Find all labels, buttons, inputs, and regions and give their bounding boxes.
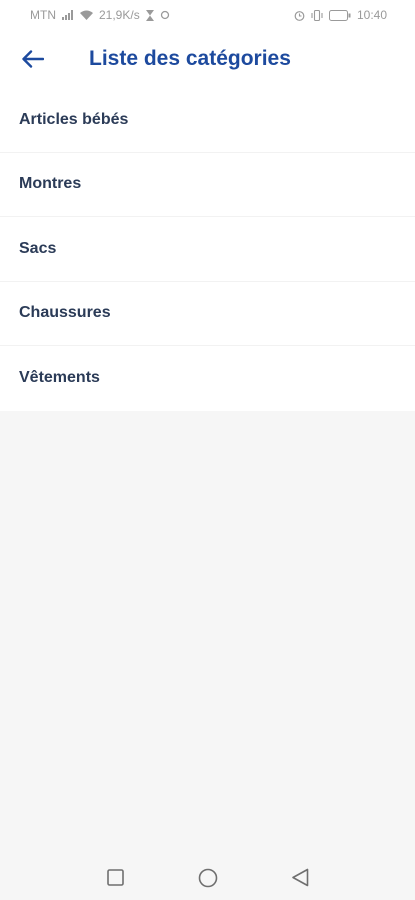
recent-apps-button[interactable] xyxy=(105,867,127,889)
square-recent-icon xyxy=(107,869,124,886)
app-bar: Liste des catégories xyxy=(0,30,415,88)
category-list: Articles bébés Montres Sacs Chaussures V… xyxy=(0,88,415,411)
page-title: Liste des catégories xyxy=(89,47,291,70)
arrow-left-icon xyxy=(22,50,44,68)
battery-icon xyxy=(328,9,351,21)
home-button[interactable] xyxy=(197,867,219,889)
status-left: MTN 21,9K/s xyxy=(30,8,170,22)
sync-icon xyxy=(160,10,170,20)
wifi-icon xyxy=(80,10,93,20)
category-item-montres[interactable]: Montres xyxy=(0,153,415,217)
hourglass-icon xyxy=(145,9,154,21)
category-item-vetements[interactable]: Vêtements xyxy=(0,346,415,411)
alarm-icon xyxy=(294,10,305,21)
status-bar: MTN 21,9K/s 10:40 xyxy=(0,0,415,30)
category-item-sacs[interactable]: Sacs xyxy=(0,217,415,282)
network-speed-label: 21,9K/s xyxy=(99,8,140,22)
category-item-chaussures[interactable]: Chaussures xyxy=(0,282,415,346)
circle-home-icon xyxy=(198,868,217,887)
triangle-back-icon xyxy=(291,868,308,887)
back-button[interactable] xyxy=(16,42,50,76)
status-right: 10:40 xyxy=(294,8,387,22)
clock-label: 10:40 xyxy=(356,8,387,22)
category-item-articles-bebes[interactable]: Articles bébés xyxy=(0,88,415,153)
carrier-label: MTN xyxy=(30,8,56,22)
vibrate-icon xyxy=(311,9,323,21)
nav-back-button[interactable] xyxy=(289,867,311,889)
signal-icon xyxy=(62,10,74,20)
system-nav-bar xyxy=(0,855,415,900)
